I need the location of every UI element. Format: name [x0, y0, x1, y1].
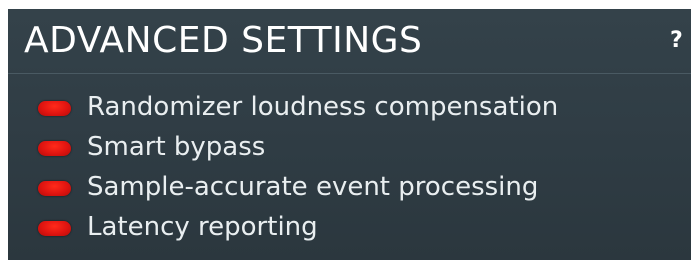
toggle-indicator-icon[interactable]: [38, 181, 71, 196]
setting-smart-bypass[interactable]: Smart bypass: [8, 129, 628, 165]
panel-title: ADVANCED SETTINGS: [24, 20, 423, 61]
toggle-indicator-icon[interactable]: [38, 101, 71, 116]
setting-label: Randomizer loudness compensation: [87, 92, 559, 122]
help-button[interactable]: ?: [670, 28, 683, 54]
toggle-indicator-icon[interactable]: [38, 141, 71, 156]
setting-label: Latency reporting: [87, 212, 318, 242]
advanced-settings-panel: ADVANCED SETTINGS ? Randomizer loudness …: [8, 9, 691, 260]
setting-latency-reporting[interactable]: Latency reporting: [8, 209, 628, 245]
toggle-indicator-icon[interactable]: [38, 221, 71, 236]
setting-sample-accurate-event-processing[interactable]: Sample-accurate event processing: [8, 169, 628, 205]
header-divider: [8, 73, 691, 74]
panel-header: ADVANCED SETTINGS ?: [8, 9, 691, 73]
setting-randomizer-loudness-compensation[interactable]: Randomizer loudness compensation: [8, 89, 628, 125]
setting-label: Sample-accurate event processing: [87, 172, 539, 202]
setting-label: Smart bypass: [87, 132, 266, 162]
